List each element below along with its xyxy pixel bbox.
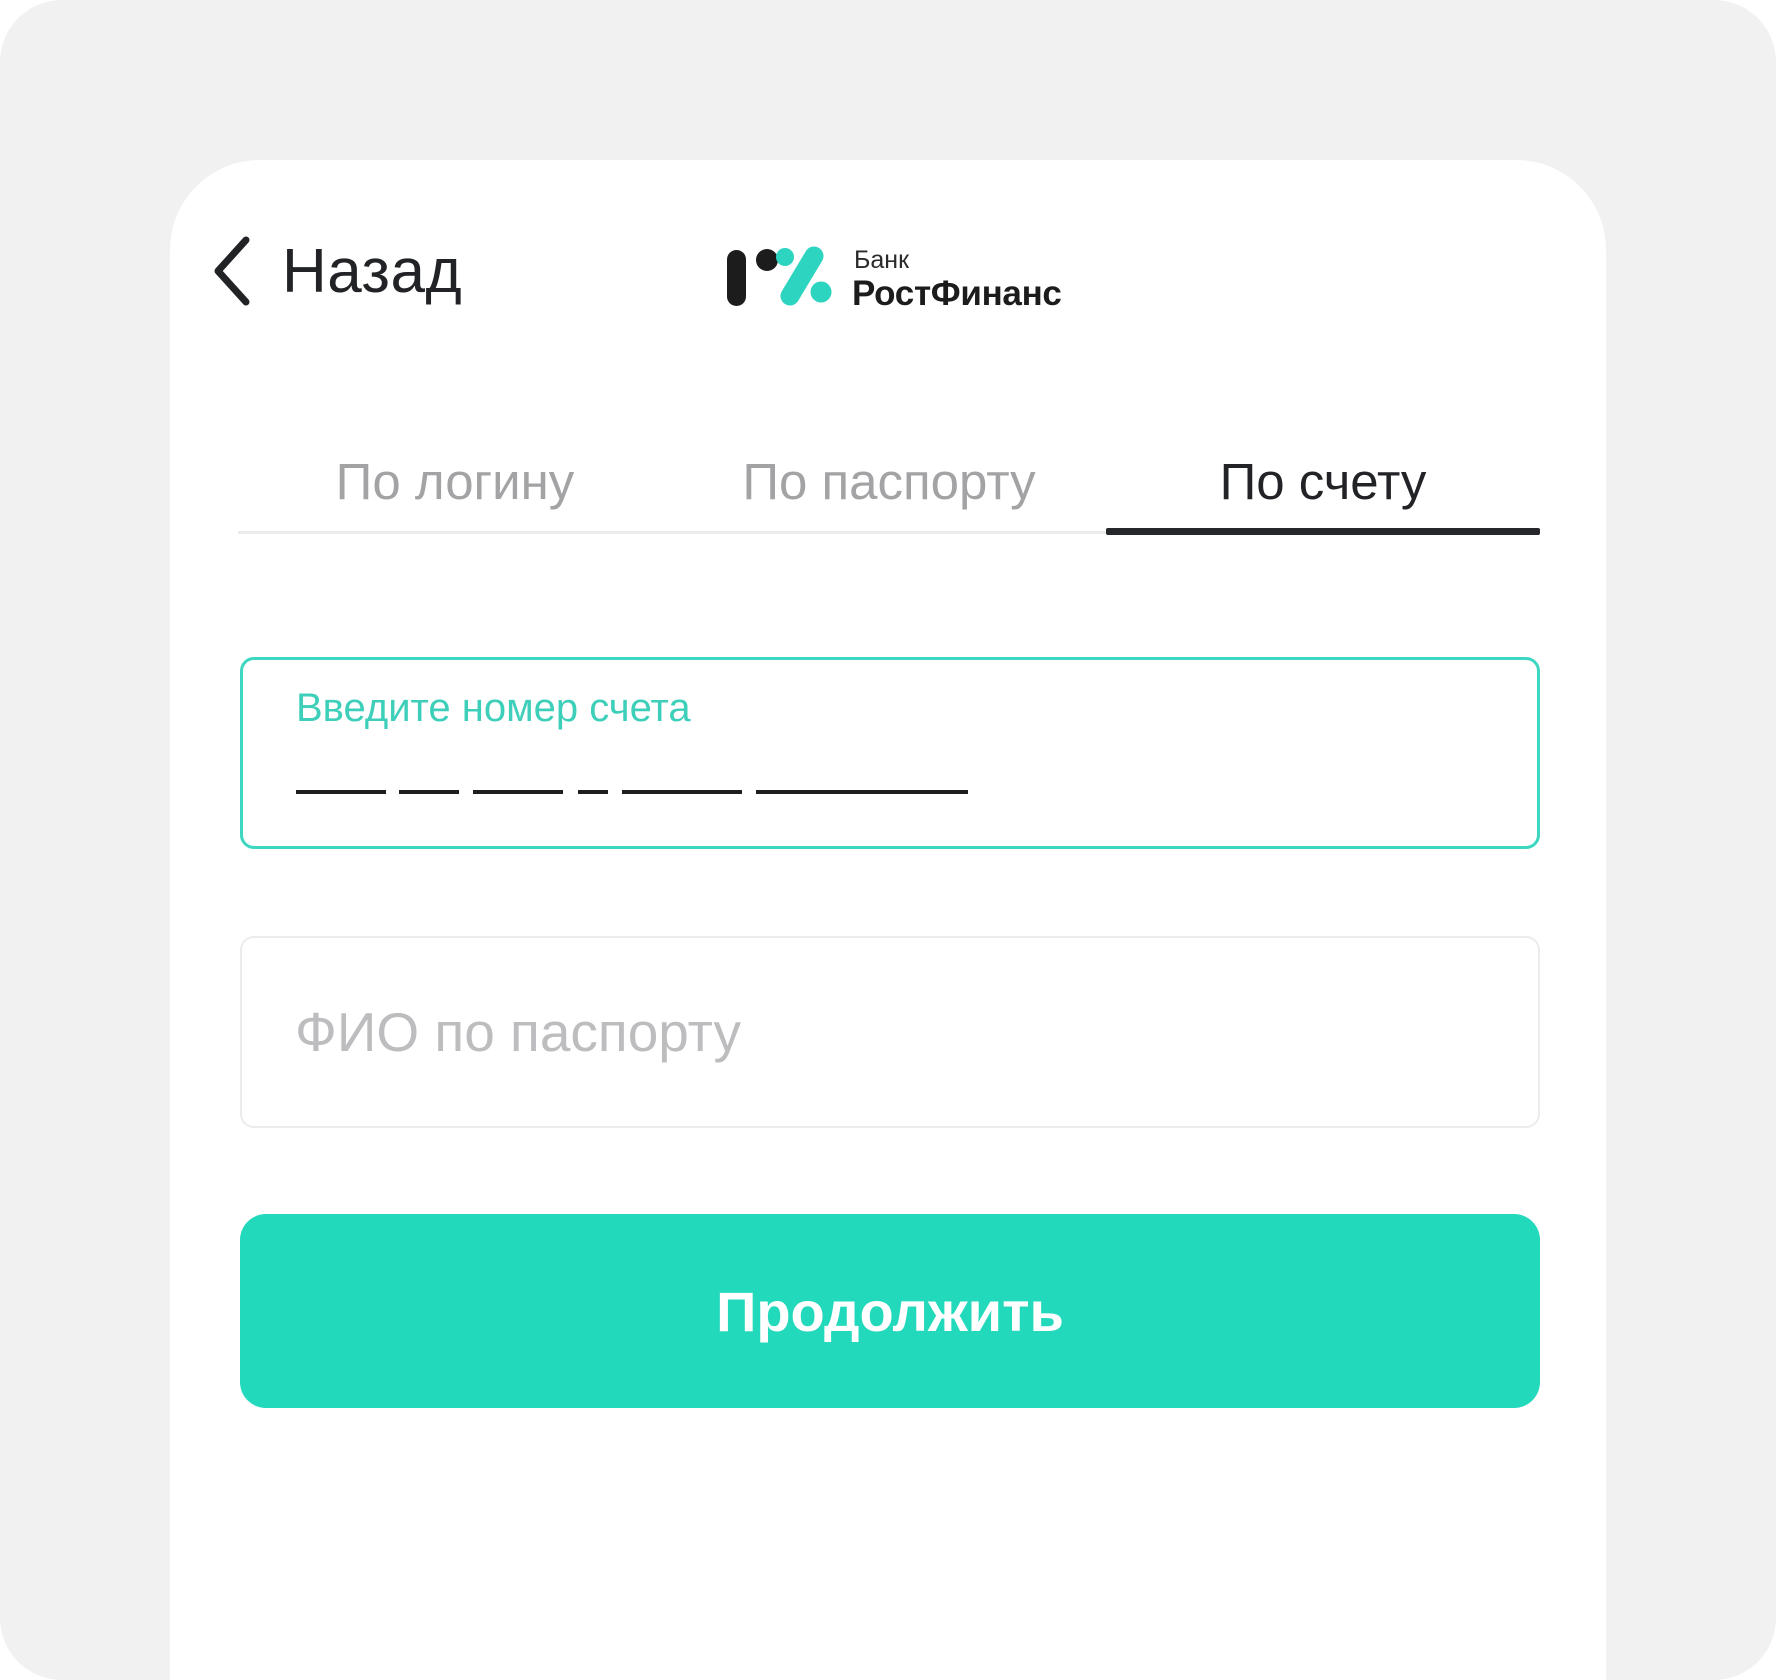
continue-button[interactable]: Продолжить — [240, 1214, 1540, 1408]
active-tab-indicator — [1106, 528, 1540, 535]
mask-group — [296, 790, 386, 794]
chevron-left-icon — [214, 236, 250, 306]
mask-group — [399, 790, 459, 794]
tab-login[interactable]: По логину — [238, 440, 672, 534]
bank-logo: Банк РостФинанс — [726, 246, 1066, 318]
tab-passport[interactable]: По паспорту — [672, 440, 1106, 534]
logo-big-text: РостФинанс — [852, 274, 1062, 313]
mask-group — [473, 790, 563, 794]
tab-account[interactable]: По счету — [1106, 440, 1540, 534]
fio-input[interactable] — [295, 996, 1485, 1068]
account-number-label: Введите номер счета — [296, 686, 691, 730]
account-number-field[interactable]: Введите номер счета — [240, 657, 1540, 849]
mask-group — [622, 790, 742, 794]
login-method-tabs: По логину По паспорту По счету — [238, 440, 1540, 535]
login-screen: Назад Банк РостФинанс По логину По паспо… — [170, 160, 1606, 1680]
mask-group — [756, 790, 968, 794]
back-button[interactable]: Назад — [212, 226, 462, 316]
logo-mark-icon — [727, 246, 832, 306]
fio-field[interactable] — [240, 936, 1540, 1128]
mask-group — [578, 790, 608, 794]
screen-background: Назад Банк РостФинанс По логину По паспо… — [0, 0, 1776, 1680]
back-label: Назад — [282, 236, 463, 306]
logo-small-text: Банк — [854, 246, 910, 274]
